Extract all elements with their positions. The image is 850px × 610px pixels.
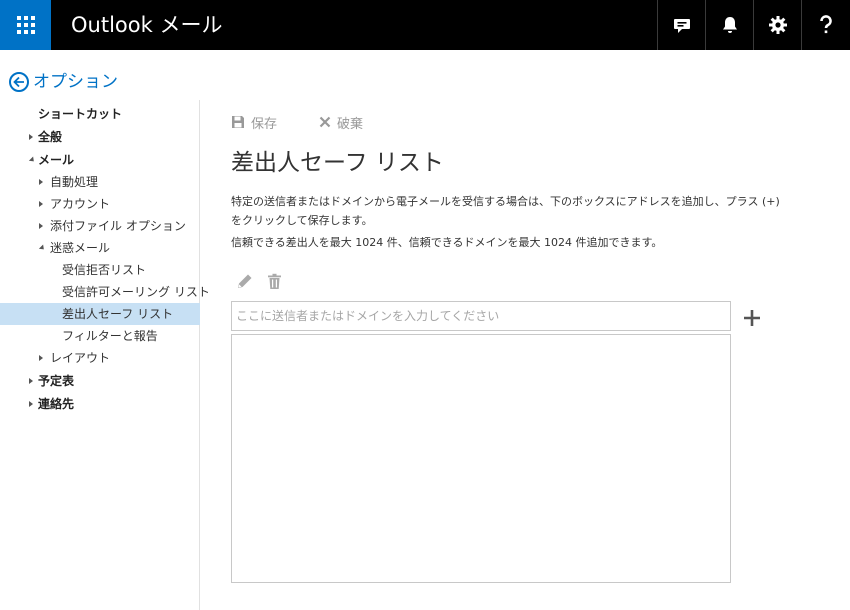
app-launcher-button[interactable] <box>0 0 51 50</box>
nav-item-label: フィルターと報告 <box>62 329 158 343</box>
options-back-link[interactable]: オプション <box>9 71 118 93</box>
back-arrow-icon <box>9 72 29 92</box>
nav-item-label: 受信拒否リスト <box>62 263 147 277</box>
save-button[interactable]: 保存 <box>231 113 277 132</box>
toolbar: 保存 破棄 <box>231 112 405 132</box>
description-line-2: をクリックして保存します。 <box>231 214 373 227</box>
sender-domain-input[interactable] <box>231 301 731 331</box>
save-label: 保存 <box>251 116 278 132</box>
nav-item-label: 受信許可メーリング リスト <box>62 285 210 299</box>
nav-item-label: 予定表 <box>38 374 75 388</box>
nav-item-label: メール <box>38 153 75 167</box>
nav-item[interactable]: アカウント <box>0 193 200 215</box>
nav-item-label: ショートカット <box>38 107 123 121</box>
description-line-3: 信頼できる差出人を最大 1024 件、信頼できるドメインを最大 1024 件追加… <box>231 236 663 249</box>
nav-item-label: 差出人セーフ リスト <box>62 307 174 321</box>
chat-button[interactable] <box>657 0 705 50</box>
collapsed-arrow-icon[interactable] <box>36 171 46 193</box>
nav-item-label: 連絡先 <box>38 397 75 411</box>
close-icon <box>319 116 331 128</box>
discard-label: 破棄 <box>337 116 364 132</box>
trash-icon <box>268 273 281 289</box>
nav-item-label: 自動処理 <box>50 175 99 189</box>
options-title: オプション <box>33 72 118 92</box>
nav-item[interactable]: 自動処理 <box>0 171 200 193</box>
collapsed-arrow-icon[interactable] <box>36 347 46 369</box>
help-button[interactable] <box>801 0 849 50</box>
nav-item[interactable]: 受信拒否リスト <box>0 259 200 281</box>
expanded-arrow-icon[interactable] <box>36 237 46 259</box>
nav-item-label: 迷惑メール <box>50 241 111 255</box>
list-actions <box>236 273 296 290</box>
nav-item[interactable]: 差出人セーフ リスト <box>0 303 200 325</box>
nav-item[interactable]: フィルターと報告 <box>0 325 200 347</box>
bell-icon <box>722 17 737 33</box>
collapsed-arrow-icon[interactable] <box>36 215 46 237</box>
settings-button[interactable] <box>753 0 801 50</box>
delete-button[interactable] <box>267 273 282 290</box>
options-nav: ショートカット 全般メール自動処理アカウント添付ファイル オプション 迷惑メール受信… <box>0 100 210 610</box>
top-bar: Outlook メール <box>0 0 850 50</box>
nav-item-label: 全般 <box>38 130 63 144</box>
nav-item[interactable]: 予定表 <box>0 370 200 392</box>
collapsed-arrow-icon[interactable] <box>36 193 46 215</box>
nav-item[interactable]: 受信許可メーリング リスト <box>0 281 210 303</box>
nav-item-label: レイアウト <box>50 351 111 365</box>
nav-item[interactable]: 添付ファイル オプション <box>0 215 200 237</box>
save-icon <box>232 116 244 128</box>
nav-item[interactable]: 迷惑メール <box>0 237 200 259</box>
nav-item[interactable]: メール <box>0 149 200 171</box>
add-button[interactable] <box>741 307 763 329</box>
app-launcher-icon <box>16 16 35 34</box>
nav-item[interactable]: レイアウト <box>0 347 200 369</box>
help-icon <box>819 15 832 34</box>
collapsed-arrow-icon[interactable] <box>26 393 36 415</box>
pencil-icon <box>238 274 252 288</box>
nav-item[interactable]: 連絡先 <box>0 393 200 415</box>
gear-icon <box>768 16 787 34</box>
description-line-1: 特定の送信者またはドメインから電子メールを受信する場合は、下のボックスにアドレス… <box>231 195 780 208</box>
nav-item-label: アカウント <box>50 197 111 211</box>
expanded-arrow-icon[interactable] <box>26 149 36 171</box>
plus-icon <box>744 310 760 326</box>
edit-button[interactable] <box>236 273 253 290</box>
collapsed-arrow-icon[interactable] <box>26 370 36 392</box>
chat-icon <box>673 19 690 33</box>
notifications-button[interactable] <box>705 0 753 50</box>
app-title: Outlook メール <box>71 13 223 37</box>
discard-button[interactable]: 破棄 <box>319 113 363 132</box>
nav-item[interactable]: 全般 <box>0 126 200 148</box>
page-title: 差出人セーフ リスト <box>231 150 444 176</box>
nav-item-label: 添付ファイル オプション <box>50 219 186 233</box>
nav-item[interactable]: ショートカット <box>0 103 200 125</box>
safe-senders-list[interactable] <box>231 334 731 583</box>
collapsed-arrow-icon[interactable] <box>26 126 36 148</box>
